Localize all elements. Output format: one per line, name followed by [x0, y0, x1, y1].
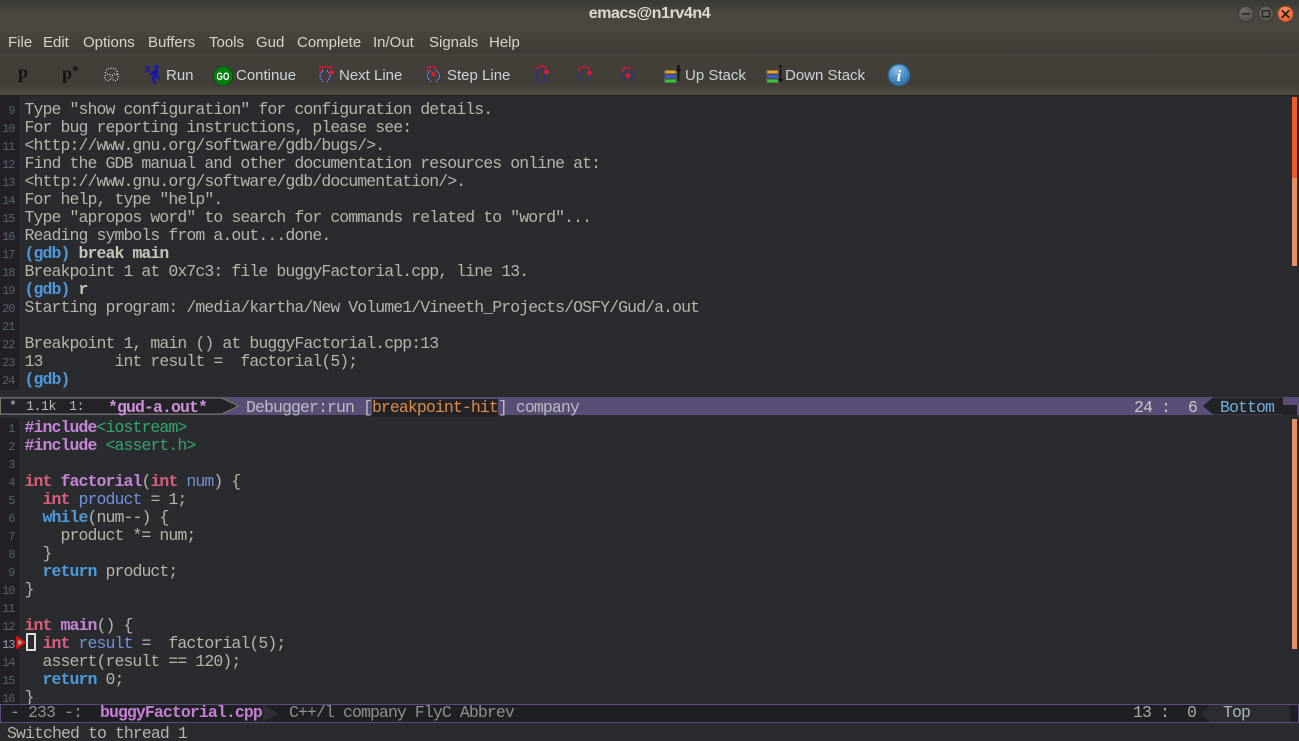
svg-text:i: i	[897, 68, 902, 85]
svg-text:GO: GO	[217, 71, 230, 83]
